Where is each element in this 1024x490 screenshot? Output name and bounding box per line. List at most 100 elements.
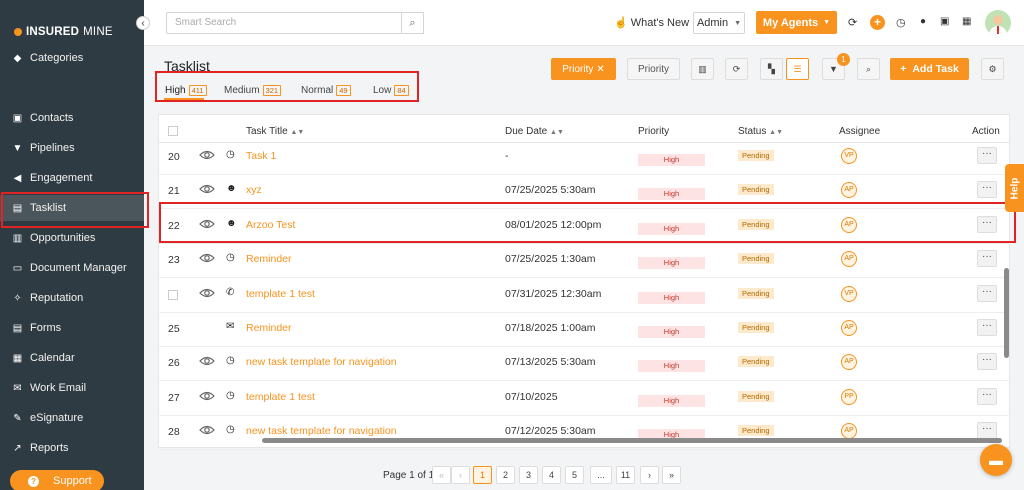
table-row[interactable]: 25 ✉ Reminder 07/18/2025 1:00am High Pending A… <box>158 313 1010 347</box>
sidebar-item-forms[interactable]: ▤ Forms <box>0 315 144 341</box>
table-row[interactable]: 27 ◷ template 1 test 07/10/2025 High Pending P… <box>158 382 1010 416</box>
page-button[interactable]: ‹ <box>451 466 470 484</box>
add-circle-icon[interactable]: + <box>870 15 885 30</box>
search-input[interactable]: Smart Search <box>166 12 424 34</box>
eye-icon[interactable] <box>199 424 215 436</box>
search-icon[interactable]: ⌕ <box>401 12 424 34</box>
tab-high[interactable]: High 411 <box>165 85 207 96</box>
support-button[interactable]: ? Support <box>10 470 104 490</box>
page-button[interactable]: 2 <box>496 466 515 484</box>
eye-icon[interactable] <box>199 390 215 402</box>
task-title-link[interactable]: template 1 test <box>246 288 315 300</box>
page-button[interactable]: 4 <box>542 466 561 484</box>
page-button[interactable]: 5 <box>565 466 584 484</box>
task-title-link[interactable]: Reminder <box>246 322 292 334</box>
sidebar-item-esignature[interactable]: ✎ eSignature <box>0 405 144 431</box>
bell-icon[interactable]: ● <box>920 16 926 27</box>
admin-select[interactable]: Admin ▼ <box>693 12 745 34</box>
row-action-menu-button[interactable]: ··· <box>977 181 997 199</box>
eye-icon[interactable] <box>199 252 215 264</box>
row-action-menu-button[interactable]: ··· <box>977 215 997 233</box>
tab-medium[interactable]: Medium 321 <box>224 85 282 96</box>
chat-icon[interactable]: ▬ <box>980 444 1012 476</box>
table-row[interactable]: 20 ◷ Task 1 - High Pending VP ··· <box>158 141 1010 175</box>
assignee-avatar: AP <box>841 216 857 233</box>
priority-filter-chip[interactable]: Priority ✕ <box>551 58 616 80</box>
page-button[interactable]: « <box>432 466 451 484</box>
row-action-menu-button[interactable]: ··· <box>977 353 997 371</box>
sidebar-item-reputation[interactable]: ✧ Reputation <box>0 285 144 311</box>
eye-icon[interactable] <box>199 287 215 299</box>
page-button[interactable]: › <box>640 466 659 484</box>
table-row[interactable]: 22 ☻ Arzoo Test 08/01/2025 12:00pm High Pendi… <box>158 210 1010 244</box>
header-due-date[interactable]: Due Date ▲▼ <box>505 126 564 137</box>
priority-badge: High <box>638 154 705 166</box>
sidebar-item-work-email[interactable]: ✉ Work Email <box>0 375 144 401</box>
sidebar-item-calendar[interactable]: ▦ Calendar <box>0 345 144 371</box>
task-title-link[interactable]: xyz <box>246 184 262 196</box>
sidebar-item-tasklist[interactable]: ▤ Tasklist <box>0 192 149 228</box>
eye-icon[interactable] <box>199 355 215 367</box>
table-row[interactable]: 28 ◷ new task template for navigation 07/12… <box>158 416 1010 451</box>
horizontal-scrollbar[interactable] <box>262 438 1002 443</box>
tab-normal[interactable]: Normal 49 <box>301 85 351 96</box>
row-action-menu-button[interactable]: ··· <box>977 387 997 405</box>
help-tab[interactable]: Help <box>1005 164 1024 212</box>
task-title-link[interactable]: Task 1 <box>246 150 276 162</box>
row-action-menu-button[interactable]: ··· <box>977 284 997 302</box>
columns-icon[interactable]: ▥ <box>691 58 714 80</box>
task-title-link[interactable]: Arzoo Test <box>246 219 295 231</box>
table-row[interactable]: 21 ☻ xyz 07/25/2025 5:30am High Pending AP ··· <box>158 175 1010 210</box>
help-label: Help <box>1009 177 1021 199</box>
sidebar-item-document-manager[interactable]: ▭ Document Manager <box>0 255 144 281</box>
refresh-icon[interactable]: ⟳ <box>848 16 857 29</box>
chip-icon[interactable]: ▣ <box>940 16 949 27</box>
settings-icon[interactable]: ⚙ <box>981 58 1004 80</box>
add-task-button[interactable]: + Add Task <box>890 58 969 80</box>
sidebar-item-reports[interactable]: ↗ Reports <box>0 435 144 461</box>
row-action-menu-button[interactable]: ··· <box>977 422 997 440</box>
table-row[interactable]: ✆ template 1 test 07/31/2025 12:30am High Pe… <box>158 279 1010 313</box>
row-action-menu-button[interactable]: ··· <box>977 147 997 164</box>
tab-low[interactable]: Low 84 <box>373 85 409 96</box>
search-icon[interactable]: ⌕ <box>857 58 880 80</box>
whats-new-button[interactable]: ☝ What's New <box>614 16 689 30</box>
board-view-icon[interactable]: ▚ <box>760 58 783 80</box>
sidebar-item-engagement[interactable]: ◀ Engagement <box>0 165 144 191</box>
page-button[interactable]: 11 <box>616 466 635 484</box>
priority-button[interactable]: Priority <box>627 58 680 80</box>
header-status[interactable]: Status ▲▼ <box>738 126 783 137</box>
calculator-icon[interactable]: ▦ <box>962 16 971 27</box>
sidebar-item-contacts[interactable]: ▣ Contacts <box>0 105 144 131</box>
eye-icon[interactable] <box>199 183 215 195</box>
sidebar-item-categories[interactable]: ◆ Categories <box>0 45 144 71</box>
vertical-scrollbar[interactable] <box>1004 268 1009 358</box>
eye-icon[interactable] <box>199 218 215 230</box>
task-title-link[interactable]: new task template for navigation <box>246 425 397 437</box>
sidebar-item-pipelines[interactable]: ▼ Pipelines <box>0 135 144 161</box>
table-row[interactable]: 26 ◷ new task template for navigation 07/13… <box>158 347 1010 382</box>
sidebar-item-opportunities[interactable]: ▥ Opportunities <box>0 225 144 251</box>
header-task-title[interactable]: Task Title ▲▼ <box>246 126 304 137</box>
row-checkbox[interactable] <box>168 289 178 300</box>
chevron-left-icon[interactable]: ‹ <box>136 16 150 30</box>
row-action-menu-button[interactable]: ··· <box>977 319 997 336</box>
row-action-menu-button[interactable]: ··· <box>977 250 997 268</box>
refresh-icon[interactable]: ⟳ <box>725 58 748 80</box>
close-icon[interactable]: ✕ <box>596 64 604 75</box>
app-logo[interactable]: INSURED MINE <box>14 26 113 38</box>
page-button[interactable]: 3 <box>519 466 538 484</box>
eye-icon[interactable] <box>199 149 215 161</box>
task-title-link[interactable]: Reminder <box>246 253 292 265</box>
avatar[interactable] <box>985 10 1011 36</box>
select-all-checkbox[interactable] <box>168 126 178 136</box>
page-button[interactable]: ... <box>590 466 612 484</box>
table-row[interactable]: 23 ◷ Reminder 07/25/2025 1:30am High Pending A… <box>158 244 1010 279</box>
page-button[interactable]: 1 <box>473 466 492 484</box>
task-title-link[interactable]: template 1 test <box>246 391 315 403</box>
task-title-link[interactable]: new task template for navigation <box>246 356 397 368</box>
list-view-icon[interactable]: ☰ <box>786 58 809 80</box>
my-agents-button[interactable]: My Agents ▼ <box>756 11 837 34</box>
clock-icon[interactable]: ◷ <box>896 16 906 29</box>
page-button[interactable]: » <box>662 466 681 484</box>
